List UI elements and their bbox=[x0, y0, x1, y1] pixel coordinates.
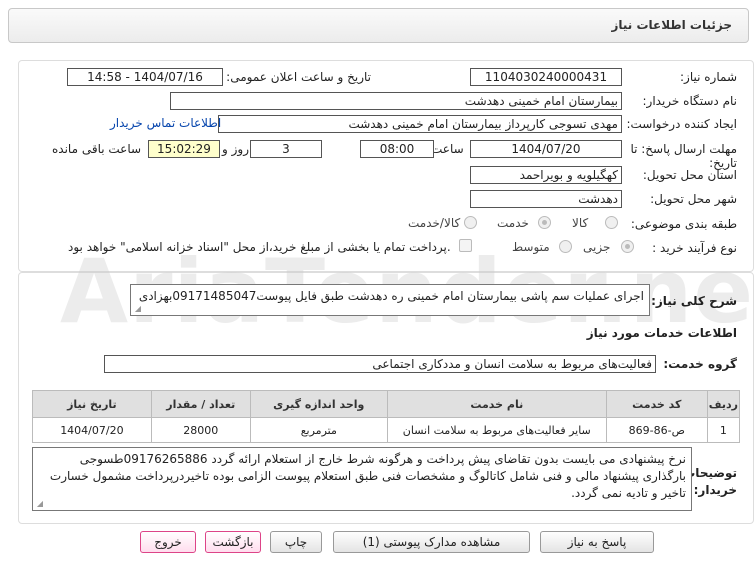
cell-quantity: 28000 bbox=[150, 417, 251, 443]
services-table: ردیف کد خدمت نام خدمت واحد اندازه گیری ت… bbox=[32, 390, 741, 443]
city-field: دهدشت bbox=[470, 190, 622, 208]
province-field: کهگیلویه و بویراحمد bbox=[470, 166, 622, 184]
col-quantity: تعداد / مقدار bbox=[150, 390, 251, 418]
process-label: نوع فرآیند خرید : bbox=[652, 241, 737, 255]
deadline-time-label: ساعت bbox=[431, 142, 464, 156]
col-service-code: کد خدمت bbox=[605, 390, 708, 418]
days-label: روز و bbox=[222, 142, 249, 156]
announce-datetime-field: 1404/07/16 - 14:58 bbox=[67, 68, 223, 86]
category-label: طبقه بندی موضوعی: bbox=[630, 217, 737, 231]
print-button[interactable]: چاپ bbox=[270, 531, 322, 553]
exit-button[interactable]: خروج bbox=[140, 531, 196, 553]
col-need-date: تاریخ نیاز bbox=[32, 390, 152, 418]
description-text: اجرای عملیات سم پاشی بیمارستان امام خمین… bbox=[138, 289, 644, 303]
deadline-time-field: 08:00 bbox=[360, 140, 434, 158]
cell-service-name: سایر فعالیت‌های مربوط به سلامت انسان bbox=[386, 417, 607, 443]
treasury-checkbox[interactable] bbox=[459, 239, 472, 252]
service-group-field: فعالیت‌های مربوط به سلامت انسان و مددکار… bbox=[104, 355, 656, 373]
category-option-goods: کالا bbox=[572, 216, 589, 230]
process-option-medium: متوسط bbox=[512, 240, 550, 254]
category-option-service: خدمت bbox=[497, 216, 529, 230]
table-row: 1 ص-86-869 سایر فعالیت‌های مربوط به سلام… bbox=[32, 417, 741, 443]
need-number-label: شماره نیاز: bbox=[680, 70, 737, 84]
cell-service-code: ص-86-869 bbox=[605, 417, 708, 443]
buyer-contact-link[interactable]: اطلاعات تماس خریدار bbox=[110, 116, 221, 130]
reply-button[interactable]: پاسخ به نیاز bbox=[540, 531, 654, 553]
category-radio-service[interactable] bbox=[538, 216, 551, 229]
category-radio-goods[interactable] bbox=[605, 216, 618, 229]
process-radio-medium[interactable] bbox=[559, 240, 572, 253]
cell-need-date: 1404/07/20 bbox=[32, 417, 152, 443]
service-group-label: گروه خدمت: bbox=[663, 357, 737, 371]
creator-field: مهدی تسوجی کارپرداز بیمارستان امام خمینی… bbox=[218, 115, 622, 133]
description-label: شرح کلی نیاز: bbox=[651, 294, 737, 308]
description-field: اجرای عملیات سم پاشی بیمارستان امام خمین… bbox=[130, 284, 650, 316]
city-label: شهر محل تحویل: bbox=[650, 192, 737, 206]
buyer-notes-field: نرخ پیشنهادی می بایست بدون تقاضای پیش پر… bbox=[32, 447, 692, 511]
category-option-goods-service: کالا/خدمت bbox=[408, 216, 461, 230]
category-radio-goods-service[interactable] bbox=[464, 216, 477, 229]
deadline-label: مهلت ارسال پاسخ: تا تاریخ: bbox=[630, 142, 737, 170]
process-option-minor: جزیی bbox=[583, 240, 611, 254]
days-remaining-field: 3 bbox=[250, 140, 322, 158]
remaining-time-field: 15:02:29 bbox=[148, 140, 220, 158]
announce-label: تاریخ و ساعت اعلان عمومی: bbox=[226, 70, 371, 84]
view-attachments-button[interactable]: مشاهده مدارک پیوستی (1) bbox=[333, 531, 530, 553]
deadline-date-field: 1404/07/20 bbox=[470, 140, 622, 158]
payment-note: پرداخت تمام یا بخشی از مبلغ خرید،از محل … bbox=[68, 240, 451, 254]
page-title: جزئیات اطلاعات نیاز bbox=[611, 18, 732, 32]
creator-label: ایجاد کننده درخواست: bbox=[626, 117, 737, 131]
table-header-row: ردیف کد خدمت نام خدمت واحد اندازه گیری ت… bbox=[32, 390, 741, 418]
col-unit: واحد اندازه گیری bbox=[249, 390, 388, 418]
need-number-field: 1104030240000431 bbox=[470, 68, 622, 86]
header-panel: جزئیات اطلاعات نیاز bbox=[8, 8, 749, 43]
services-section-title: اطلاعات خدمات مورد نیاز bbox=[586, 326, 737, 340]
resize-grip-icon[interactable]: ◢ bbox=[35, 500, 43, 508]
col-service-name: نام خدمت bbox=[386, 390, 607, 418]
buyer-org-field: بیمارستان امام خمینی دهدشت bbox=[170, 92, 622, 110]
back-button[interactable]: بازگشت bbox=[205, 531, 261, 553]
col-row: ردیف bbox=[706, 390, 741, 418]
remaining-label: ساعت باقی مانده bbox=[52, 142, 142, 156]
cell-row: 1 bbox=[706, 417, 741, 443]
province-label: استان محل تحویل: bbox=[642, 168, 737, 182]
buyer-org-label: نام دستگاه خریدار: bbox=[642, 94, 738, 108]
resize-grip-icon[interactable]: ◢ bbox=[133, 305, 141, 313]
process-radio-minor[interactable] bbox=[621, 240, 634, 253]
cell-unit: مترمربع bbox=[249, 417, 388, 443]
buyer-notes-text: نرخ پیشنهادی می بایست بدون تقاضای پیش پر… bbox=[49, 452, 686, 500]
